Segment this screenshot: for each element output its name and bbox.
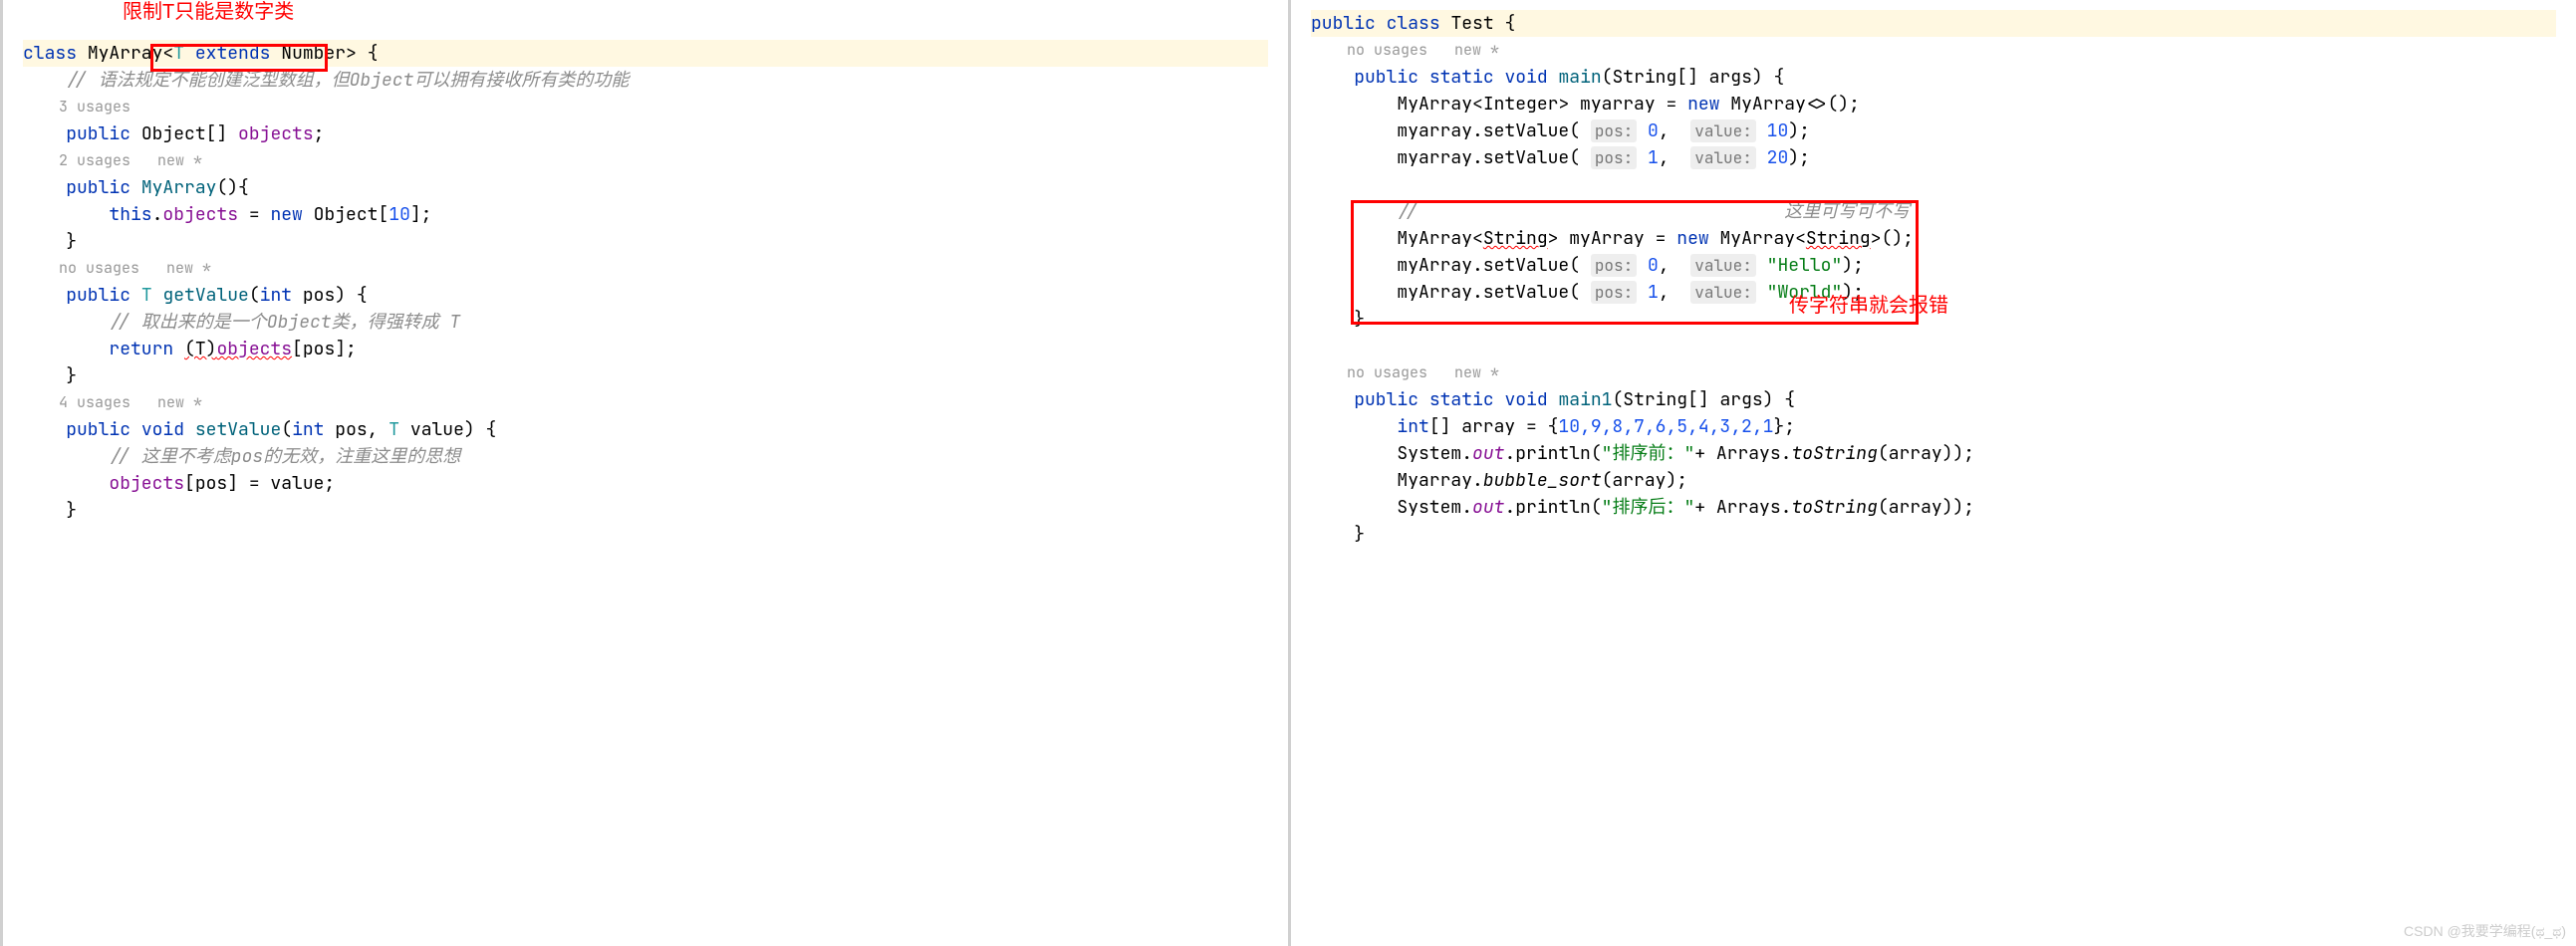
class-decl-line[interactable]: class MyArray<T extends Number> {	[23, 40, 1268, 67]
setvalue-decl[interactable]: public void setValue(int pos, T value) {	[23, 416, 1268, 443]
usage-hint[interactable]: 3 usages	[23, 94, 1268, 120]
call-line[interactable]: myarray.setValue( pos: 0, value: 10);	[1311, 118, 2556, 144]
left-code-pane: 限制T只能是数字类 class MyArray<T extends Number…	[0, 0, 1288, 946]
right-annotation: 传字符串就会报错	[1789, 289, 1948, 318]
comment-line: // 取出来的是一个Object类，得强转成 T	[23, 309, 1268, 336]
ctor-body[interactable]: this.objects = new Object[10];	[23, 201, 1268, 228]
println-line[interactable]: System.out.println("排序后："+ Arrays.toStri…	[1311, 494, 2556, 521]
brace-close: }	[23, 497, 1268, 524]
top-annotation: 限制T只能是数字类	[123, 0, 294, 24]
blank	[1311, 333, 2556, 359]
usage-hint[interactable]: 4 usages new *	[23, 389, 1268, 416]
blank	[1311, 171, 2556, 198]
usage-hint[interactable]: no usages new *	[1311, 359, 2556, 386]
assign-line[interactable]: objects[pos] = value;	[23, 470, 1268, 497]
var-decl[interactable]: MyArray<Integer> myarray = new MyArray<>…	[1311, 91, 2556, 118]
return-line[interactable]: return (T)objects[pos];	[23, 336, 1268, 362]
call-line[interactable]: myArray.setValue( pos: 0, value: "Hello"…	[1311, 252, 2556, 279]
brace-close: }	[23, 228, 1268, 255]
ctor-line[interactable]: public MyArray(){	[23, 174, 1268, 201]
println-line[interactable]: System.out.println("排序前："+ Arrays.toStri…	[1311, 440, 2556, 467]
comment-line: // 语法规定不能创建泛型数组，但Object可以拥有接收所有类的功能	[23, 67, 1268, 94]
call-line[interactable]: myarray.setValue( pos: 1, value: 20);	[1311, 144, 2556, 171]
field-decl[interactable]: public Object[] objects;	[23, 120, 1268, 147]
brace-close: }	[1311, 521, 2556, 548]
usage-hint[interactable]: no usages new *	[1311, 37, 2556, 64]
bubble-line[interactable]: Myarray.bubble_sort(array);	[1311, 467, 2556, 494]
usage-hint[interactable]: 2 usages new *	[23, 147, 1268, 174]
watermark: CSDN @我要学编程(ಥ_ಥ)	[2404, 921, 2566, 941]
main-decl[interactable]: public static void main(String[] args) {	[1311, 64, 2556, 91]
getvalue-decl[interactable]: public T getValue(int pos) {	[23, 282, 1268, 309]
class-decl[interactable]: public class Test {	[1311, 10, 2556, 37]
arr-decl[interactable]: int[] array = {10,9,8,7,6,5,4,3,2,1};	[1311, 413, 2556, 440]
comment-line: // 这里不考虑pos的无效，注重这里的思想	[23, 443, 1268, 470]
brace-close: }	[23, 362, 1268, 389]
error-decl[interactable]: MyArray<String> myArray = new MyArray<St…	[1311, 225, 2556, 252]
comment-inline: // 这里可写可不写	[1311, 198, 2556, 225]
usage-hint[interactable]: no usages new *	[23, 255, 1268, 282]
right-code-pane: 传字符串就会报错 public class Test { no usages n…	[1288, 0, 2576, 946]
main1-decl[interactable]: public static void main1(String[] args) …	[1311, 386, 2556, 413]
